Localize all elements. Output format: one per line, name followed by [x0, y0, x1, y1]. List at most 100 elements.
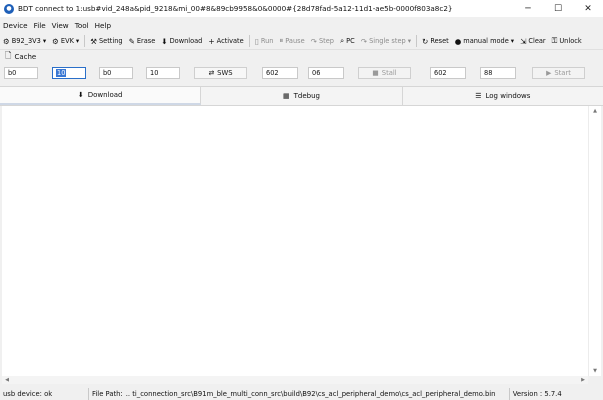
chevron-down-icon: ▾	[42, 37, 47, 45]
stall-icon: ■	[372, 69, 379, 77]
plus-icon: +	[208, 36, 215, 46]
main-tabs: ⬇ Download ▦ Tdebug ☰ Log windows	[0, 86, 603, 106]
reset-icon: ↻	[422, 36, 429, 46]
search-icon: ⌕	[339, 36, 345, 45]
clear-button[interactable]: ⇲ Clear	[517, 34, 549, 48]
field-1[interactable]: b0	[4, 67, 38, 79]
field-5[interactable]: 602	[262, 67, 298, 79]
field-6[interactable]: 06	[308, 67, 344, 79]
tab-tdebug-label: Tdebug	[293, 92, 320, 100]
run-button[interactable]: ▯ Run	[252, 34, 277, 48]
chip-label: B92_3V3	[11, 37, 41, 45]
stall-button[interactable]: ■ Stall	[358, 67, 411, 79]
scroll-up-icon[interactable]: ▲	[589, 106, 601, 116]
tab-tdebug[interactable]: ▦ Tdebug	[201, 87, 403, 105]
toolbar-separator	[416, 35, 418, 47]
menu-device[interactable]: Device	[0, 21, 31, 30]
erase-button[interactable]: ✎ Erase	[126, 34, 159, 48]
single-step-icon: ↷	[360, 36, 368, 46]
download-button[interactable]: ⬇ Download	[158, 34, 205, 48]
play-icon: ▶	[546, 69, 552, 77]
scroll-down-icon[interactable]: ▼	[589, 366, 601, 376]
step-button[interactable]: ↷ Step	[308, 34, 337, 48]
field-8[interactable]: 88	[480, 67, 516, 79]
run-label: Run	[260, 37, 274, 45]
toolbar-separator	[84, 35, 86, 47]
setting-label: Setting	[98, 37, 123, 45]
app-logo-icon: ●	[4, 3, 14, 14]
tab-download[interactable]: ⬇ Download	[0, 87, 202, 105]
menu-tool[interactable]: Tool	[72, 21, 92, 30]
unlock-icon: ⚿	[551, 36, 558, 45]
step-icon: ↷	[310, 36, 317, 46]
usb-status: usb device: ok	[0, 388, 89, 400]
window-controls: ─ ☐ ✕	[513, 0, 603, 17]
scroll-left-icon[interactable]: ◀	[2, 376, 12, 384]
board-icon: ⚙	[52, 36, 59, 46]
field-7[interactable]: 602	[430, 67, 466, 79]
run-icon: ▯	[254, 36, 259, 46]
maximize-button[interactable]: ☐	[543, 0, 573, 17]
output-panel[interactable]	[2, 106, 588, 376]
vertical-scrollbar[interactable]: ▲ ▼	[588, 106, 601, 376]
sws-button[interactable]: ⇄ SWS	[194, 67, 247, 79]
status-bar: usb device: ok File Path: .. ti_connecti…	[0, 388, 603, 400]
minimize-button[interactable]: ─	[513, 0, 543, 17]
pc-button[interactable]: ⌕ PC	[337, 34, 358, 48]
field-4[interactable]: 10	[146, 67, 180, 79]
sws-label: SWS	[217, 69, 233, 77]
pause-icon: ⏸	[279, 36, 284, 45]
activate-label: Activate	[216, 37, 244, 45]
start-label: Start	[554, 69, 571, 77]
tab-log-windows[interactable]: ☰ Log windows	[403, 87, 603, 105]
reset-label: Reset	[430, 37, 449, 45]
menu-file[interactable]: File	[31, 21, 49, 30]
cache-icon: 🗋	[5, 51, 12, 60]
board-select[interactable]: ⚙ EVK ▾	[49, 34, 82, 48]
start-button[interactable]: ▶ Start	[532, 67, 585, 79]
grid-icon: ▦	[283, 92, 290, 100]
step-label: Step	[318, 37, 334, 45]
toolbar-separator	[248, 35, 250, 47]
horizontal-scrollbar[interactable]: ◀ ▶	[2, 376, 588, 384]
erase-label: Erase	[136, 37, 156, 45]
download-icon: ⬇	[77, 91, 84, 99]
single-step-select[interactable]: ↷ Single step ▾	[358, 34, 414, 48]
pause-button[interactable]: ⏸ Pause	[277, 34, 308, 48]
download-icon: ⬇	[161, 36, 168, 46]
file-path-value: .. ti_connection_src\B91m_ble_multi_conn…	[123, 388, 510, 400]
reset-button[interactable]: ↻ Reset	[419, 34, 452, 48]
clear-label: Clear	[528, 37, 546, 45]
mode-select[interactable]: ● manual mode ▾	[452, 34, 517, 48]
chip-select[interactable]: ⚙ B92_3V3 ▾	[0, 34, 49, 48]
gear-icon: ⚙	[3, 36, 10, 46]
window-title: BDT connect to 1:usb#vid_248a&pid_9218&m…	[18, 4, 453, 13]
menu-view[interactable]: View	[49, 21, 72, 30]
cache-bar: 🗋 Cache	[0, 50, 603, 64]
mode-icon: ●	[454, 36, 462, 46]
tab-log-label: Log windows	[485, 92, 531, 100]
chevron-down-icon: ▾	[510, 37, 515, 45]
scroll-right-icon[interactable]: ▶	[578, 376, 588, 384]
unlock-button[interactable]: ⚿ Unlock	[549, 34, 585, 48]
close-button[interactable]: ✕	[573, 0, 603, 17]
activate-button[interactable]: + Activate	[205, 34, 246, 48]
setting-button[interactable]: ⚒ Setting	[87, 34, 125, 48]
chevron-down-icon: ▾	[75, 37, 80, 45]
download-label: Download	[169, 37, 203, 45]
field-3[interactable]: b0	[99, 67, 133, 79]
mode-label: manual mode	[463, 37, 509, 45]
stall-label: Stall	[381, 69, 397, 77]
chevron-down-icon: ▾	[407, 37, 412, 45]
wrench-icon: ⚒	[90, 36, 97, 46]
field-2[interactable]: 10	[52, 67, 86, 79]
single-step-label: Single step	[369, 37, 406, 45]
pc-label: PC	[346, 37, 355, 45]
list-icon: ☰	[475, 92, 482, 100]
eraser-icon: ✎	[128, 36, 135, 46]
toolbar: ⚙ B92_3V3 ▾ ⚙ EVK ▾ ⚒ Setting ✎ Erase ⬇ …	[0, 33, 603, 50]
title-bar: ● BDT connect to 1:usb#vid_248a&pid_9218…	[0, 0, 603, 17]
menu-help[interactable]: Help	[92, 21, 114, 30]
cache-button[interactable]: Cache	[14, 53, 36, 61]
file-path-label: File Path:	[92, 390, 123, 398]
